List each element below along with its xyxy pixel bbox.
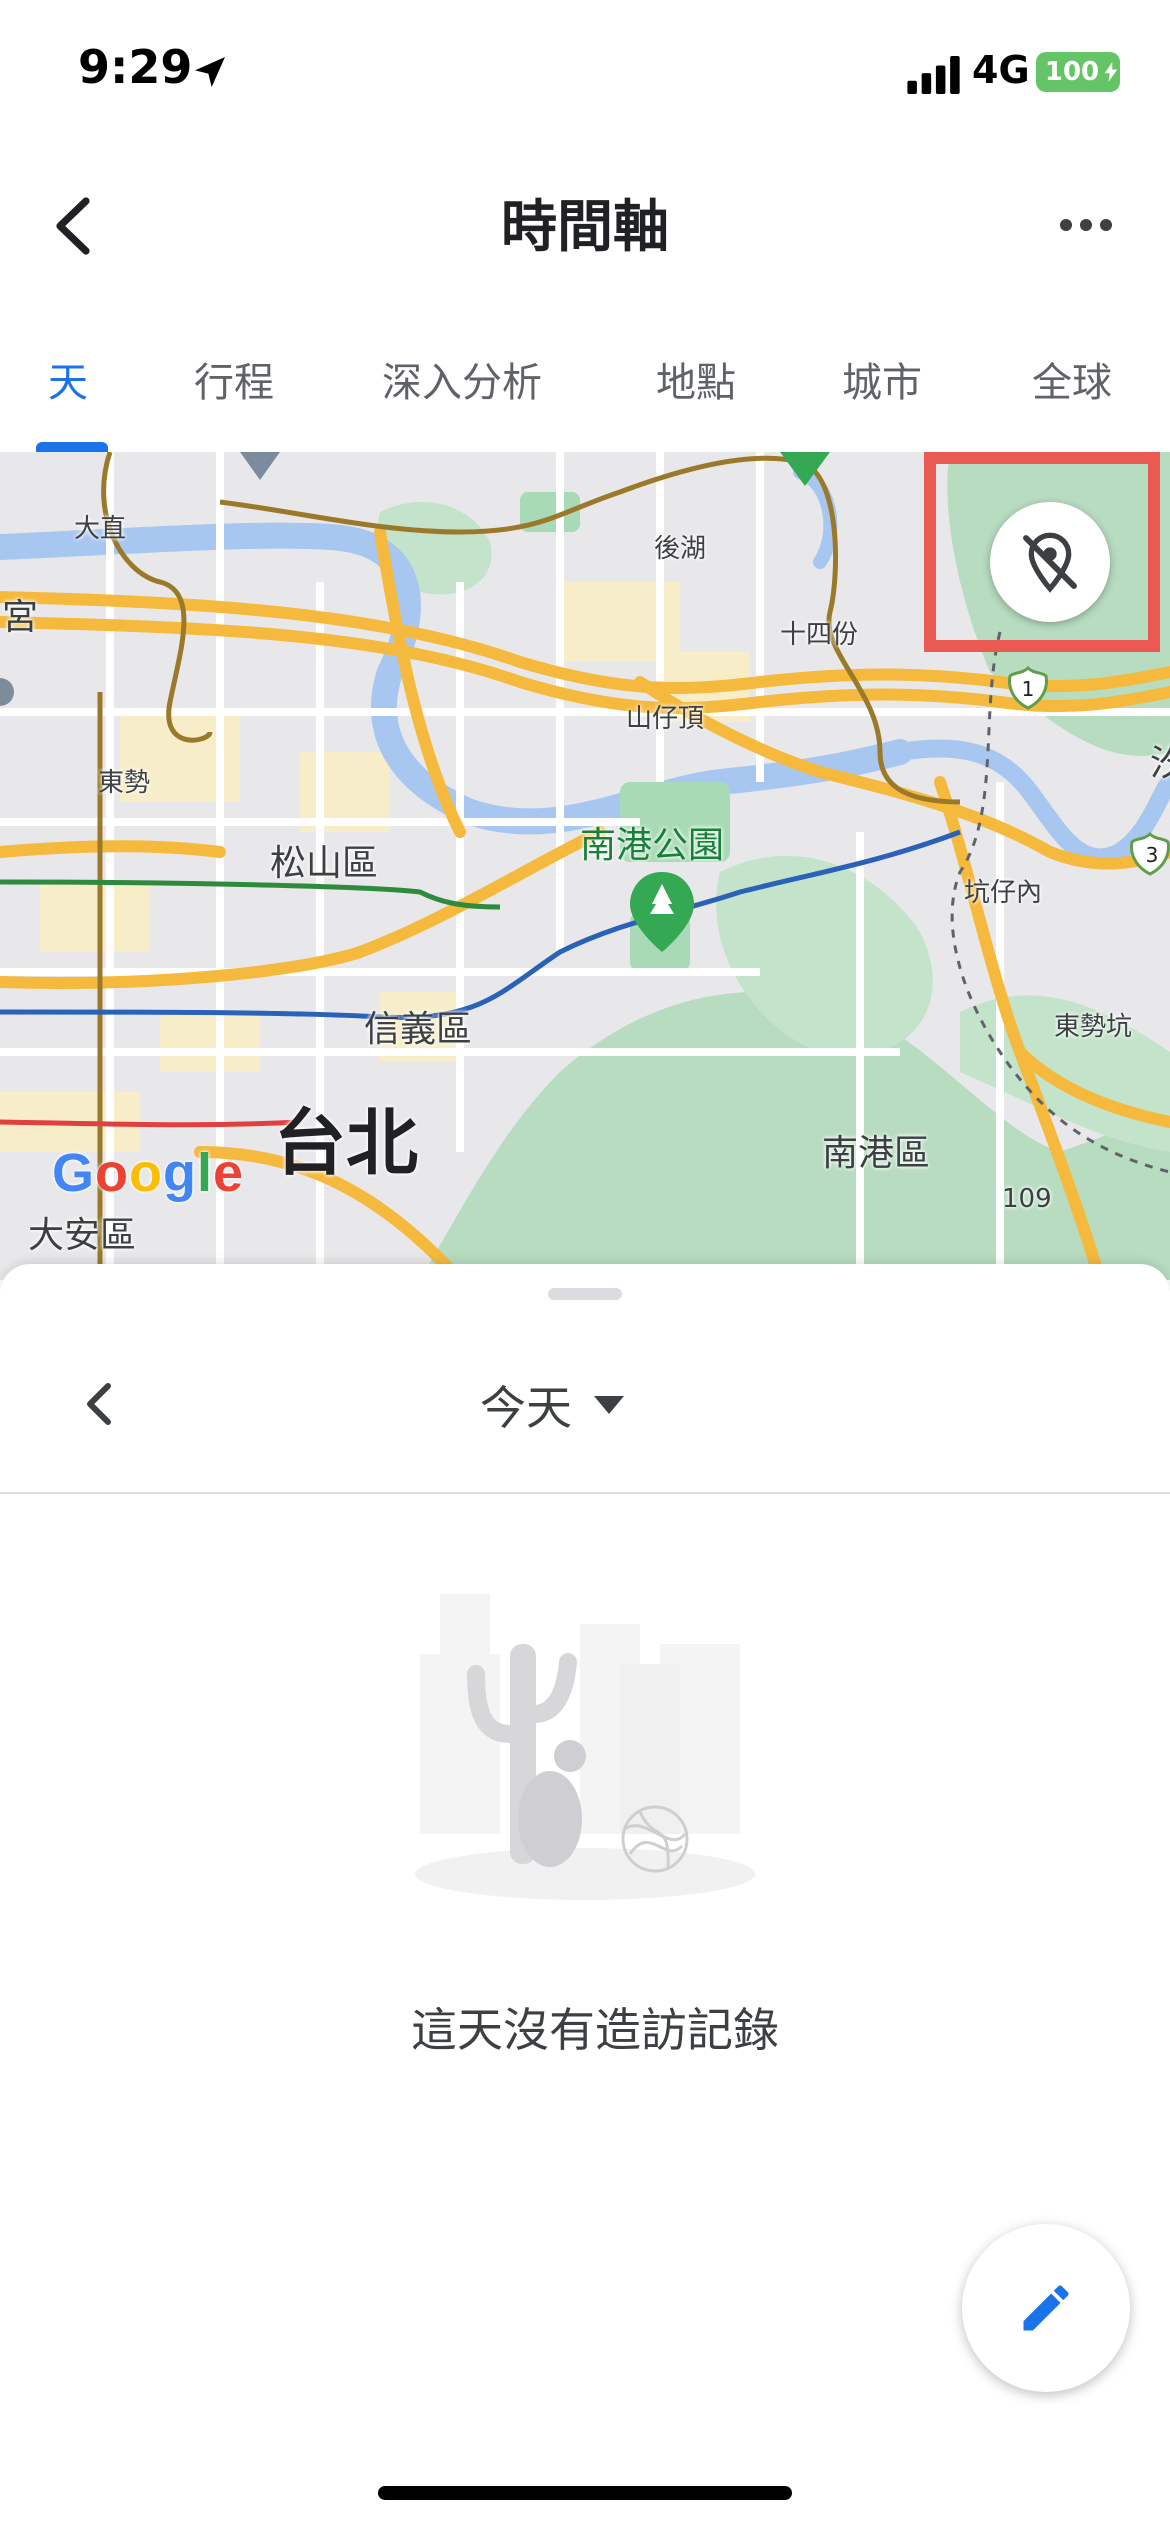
- map-label: 山仔頂: [626, 704, 705, 734]
- date-navigation-row: 今天: [0, 1324, 1170, 1494]
- route-shield-icon: 3: [1128, 831, 1170, 876]
- empty-desert-illustration: [415, 1594, 755, 1900]
- date-label: 今天: [480, 1381, 572, 1435]
- more-options-button[interactable]: [1046, 190, 1126, 260]
- chevron-left-icon: [56, 197, 90, 255]
- tab-day[interactable]: 天: [48, 350, 88, 408]
- empty-state-message: 這天沒有造訪記錄: [411, 2003, 779, 2057]
- previous-day-button[interactable]: [58, 1364, 138, 1444]
- map-label: 109: [1002, 1184, 1052, 1214]
- timeline-bottom-sheet: 今天 這天沒有造訪記錄: [0, 1264, 1170, 2532]
- route-shield-icon: 1: [1006, 665, 1050, 710]
- route-number: 1: [1022, 677, 1035, 701]
- tab-insights[interactable]: 深入分析: [382, 350, 542, 408]
- map-label: 南港公園: [580, 825, 725, 866]
- more-horizontal-icon: [1060, 219, 1112, 231]
- map-label: 南港區: [822, 1133, 931, 1174]
- map-label: 後湖: [654, 534, 707, 564]
- map-label: 東勢坑: [1054, 1012, 1133, 1042]
- map-label: 松山區: [270, 843, 379, 884]
- map-label: 東勢: [98, 768, 151, 798]
- battery-level: 100: [1044, 57, 1100, 87]
- map-label: 坑仔內: [964, 878, 1043, 908]
- map-label: 十四份: [780, 620, 859, 650]
- status-time: 9:29: [78, 40, 193, 94]
- battery-icon: 100: [1036, 52, 1120, 92]
- back-button[interactable]: [36, 190, 108, 262]
- map-label: 信義區: [364, 1009, 473, 1050]
- active-tab-indicator: [36, 442, 108, 452]
- tab-cities[interactable]: 城市: [842, 350, 922, 408]
- chevron-left-icon: [87, 1383, 111, 1425]
- map-label: 汐: [1150, 743, 1170, 784]
- location-arrow-icon: [195, 57, 225, 87]
- edit-fab-button[interactable]: [962, 2224, 1130, 2392]
- map-label: 宮: [2, 597, 39, 638]
- page-title: 時間軸: [501, 195, 669, 260]
- tab-world[interactable]: 全球: [1032, 350, 1112, 408]
- map-label: 大直: [74, 514, 127, 544]
- tab-trips[interactable]: 行程: [194, 350, 274, 408]
- tab-places[interactable]: 地點: [656, 350, 736, 408]
- status-bar: 9:29 4G 100: [0, 0, 1170, 150]
- drag-handle[interactable]: [548, 1288, 622, 1300]
- location-toggle-button[interactable]: [990, 502, 1110, 622]
- route-number: 3: [1146, 843, 1159, 867]
- location-off-icon: [1023, 532, 1077, 593]
- charging-bolt-icon: [1104, 62, 1118, 82]
- date-dropdown[interactable]: 今天: [480, 1370, 624, 1440]
- app-header: 時間軸: [0, 160, 1170, 290]
- home-indicator: [378, 2486, 792, 2500]
- pencil-icon: [1023, 2285, 1069, 2331]
- map-label: 台北: [274, 1101, 419, 1185]
- caret-down-icon: [594, 1396, 624, 1414]
- signal-icon: [907, 56, 960, 94]
- map-view[interactable]: 大直 後湖 宮 十四份 山仔頂 東勢 松山區 南港公園 坑仔內 信義區 東勢坑 …: [0, 452, 1170, 1280]
- google-logo: Google: [52, 1143, 245, 1203]
- tab-bar: 天 行程 深入分析 地點 城市 全球: [0, 330, 1170, 452]
- network-type: 4G: [972, 48, 1030, 92]
- map-label: 大安區: [28, 1215, 137, 1256]
